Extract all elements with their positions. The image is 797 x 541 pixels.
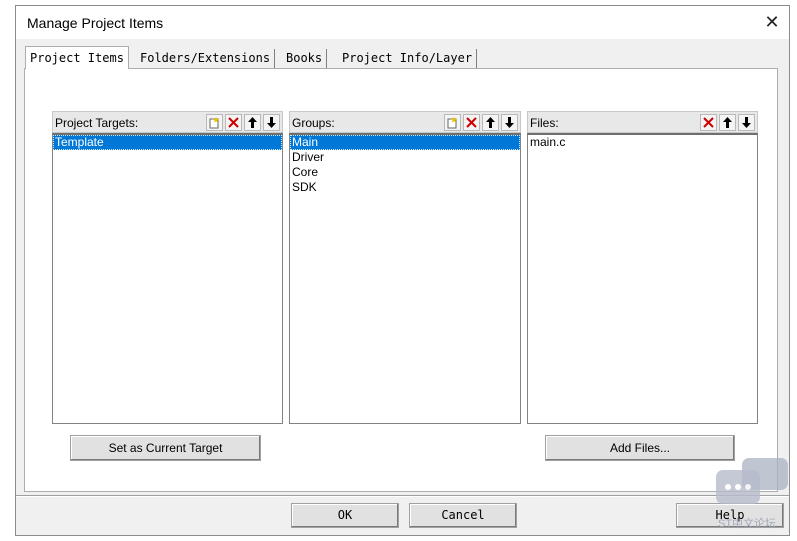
new-group-icon[interactable]	[444, 114, 461, 131]
new-target-icon[interactable]	[206, 114, 223, 131]
groups-list[interactable]: Main Driver Core SDK	[289, 133, 521, 424]
files-label: Files:	[530, 116, 559, 130]
add-files-button[interactable]: Add Files...	[545, 435, 735, 461]
tab-project-info-layer[interactable]: Project Info/Layer	[338, 49, 478, 68]
tab-books[interactable]: Books	[282, 49, 328, 68]
files-header: Files:	[527, 111, 758, 133]
watermark-text: ST中文论坛	[718, 518, 777, 530]
delete-target-icon[interactable]	[225, 114, 242, 131]
files-panel: Files: main.c	[527, 111, 758, 424]
move-target-up-icon[interactable]	[244, 114, 261, 131]
tab-project-items[interactable]: Project Items	[25, 46, 129, 69]
move-group-down-icon[interactable]	[501, 114, 518, 131]
project-targets-label: Project Targets:	[55, 116, 139, 130]
cancel-button[interactable]: Cancel	[409, 503, 517, 528]
dialog-title: Manage Project Items	[27, 15, 164, 31]
chat-bubble-icon	[716, 470, 760, 504]
project-targets-list[interactable]: Template	[52, 133, 283, 424]
groups-label: Groups:	[292, 116, 335, 130]
delete-file-icon[interactable]	[700, 114, 717, 131]
groups-panel: Groups: Main Driver Core SDK	[289, 111, 521, 424]
project-targets-header: Project Targets:	[52, 111, 283, 133]
close-icon[interactable]: ✕	[761, 11, 783, 33]
tab-content: Project Targets: Template Groups: Main D…	[24, 68, 778, 492]
manage-project-items-dialog: Manage Project Items ✕ Project Items Fol…	[15, 5, 790, 536]
title-bar: Manage Project Items ✕	[16, 6, 789, 39]
list-item-core[interactable]: Core	[290, 165, 520, 180]
footer-separator	[16, 495, 789, 497]
groups-header: Groups:	[289, 111, 521, 133]
move-file-down-icon[interactable]	[738, 114, 755, 131]
list-item-sdk[interactable]: SDK	[290, 180, 520, 195]
delete-group-icon[interactable]	[463, 114, 480, 131]
files-list[interactable]: main.c	[527, 133, 758, 424]
ok-button[interactable]: OK	[291, 503, 399, 528]
list-item-main[interactable]: Main	[290, 135, 520, 150]
list-item-driver[interactable]: Driver	[290, 150, 520, 165]
move-group-up-icon[interactable]	[482, 114, 499, 131]
project-targets-panel: Project Targets: Template	[52, 111, 283, 424]
list-item-template[interactable]: Template	[53, 135, 282, 150]
tab-folders-extensions[interactable]: Folders/Extensions	[136, 49, 276, 68]
list-item-main-c[interactable]: main.c	[528, 135, 757, 150]
move-target-down-icon[interactable]	[263, 114, 280, 131]
move-file-up-icon[interactable]	[719, 114, 736, 131]
forum-watermark: ST中文论坛	[716, 458, 788, 530]
set-as-current-target-button[interactable]: Set as Current Target	[70, 435, 261, 461]
